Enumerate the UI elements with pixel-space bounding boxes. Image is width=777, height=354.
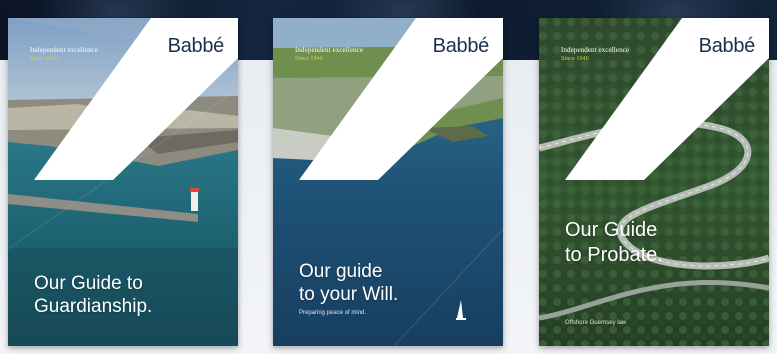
brochure-probate: Independent excellence Since 1946 Babbé … (539, 18, 769, 346)
eyebrow-subtext: Since 1946 (561, 56, 589, 62)
title-line-1: Our guide (299, 261, 383, 282)
white-diagonal-band (565, 18, 769, 180)
brochure-will: Independent excellence Since 1946 Babbé … (273, 18, 503, 346)
babbe-logo: Babbé (432, 35, 490, 57)
eyebrow-text: Independent excellence Since 1946 (295, 46, 364, 62)
brochure-title: Our guide to your Will. (299, 260, 398, 306)
title-line-1: Our Guide (565, 219, 658, 241)
brochure-title: Our Guide to Probate. (565, 218, 663, 268)
title-line-1: Our Guide to (34, 273, 143, 294)
brochure-guardianship: Independent excellence Since 1946 Babbé … (8, 18, 238, 346)
eyebrow-subtext: Since 1946 (295, 56, 323, 62)
brochure-title: Our Guide to Guardianship. (34, 272, 152, 318)
title-line-2: Guardianship. (34, 296, 153, 317)
eyebrow-text: Independent excellence Since 1946 (30, 46, 99, 62)
brochure-tagline: Preparing peace of mind. (299, 310, 367, 316)
brochure-tagline: Offshore Guernsey law (565, 320, 627, 326)
eyebrow-text: Independent excellence Since 1946 (561, 46, 630, 62)
title-line-2: to your Will. (299, 284, 399, 305)
title-line-2: to Probate. (565, 244, 663, 266)
eyebrow-subtext: Since 1946 (30, 56, 58, 62)
babbe-logo: Babbé (698, 35, 756, 57)
babbe-logo: Babbé (167, 35, 225, 57)
